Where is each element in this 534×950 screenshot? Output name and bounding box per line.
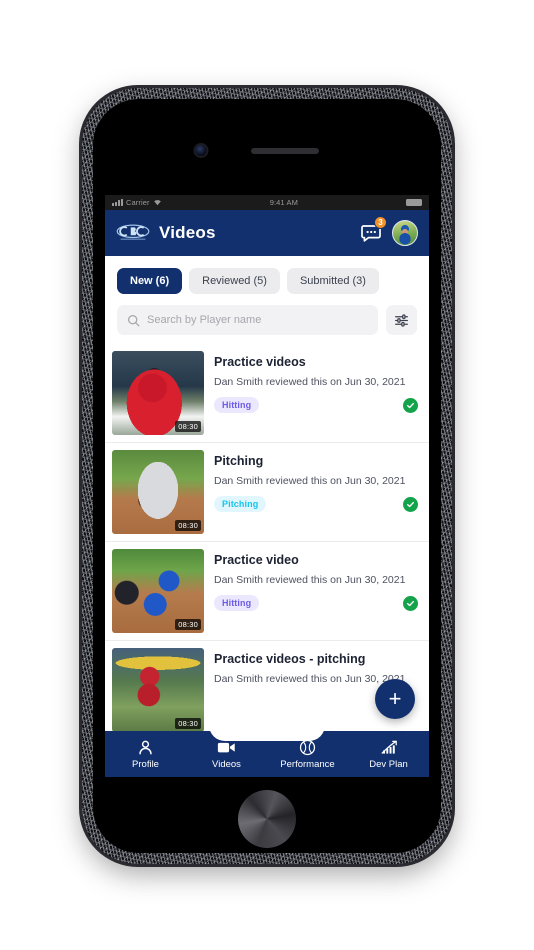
table-row[interactable]: 08:30 Practice video Dan Smith reviewed …: [105, 542, 429, 641]
messages-button[interactable]: 3: [359, 216, 387, 245]
app-screen: Carrier 9:41 AM Videos 3 New (6) Reviewe…: [105, 195, 429, 777]
video-subtitle: Dan Smith reviewed this on Jun 30, 2021: [214, 376, 406, 388]
sidebar-item-label: Dev Plan: [369, 758, 408, 770]
search-box[interactable]: [117, 305, 378, 335]
status-bar: Carrier 9:41 AM: [105, 195, 429, 210]
status-bar-time: 9:41 AM: [269, 198, 298, 207]
video-subtitle: Dan Smith reviewed this on Jun 30, 2021: [214, 574, 406, 586]
table-row[interactable]: 08:30 Practice videos Dan Smith reviewed…: [105, 344, 429, 443]
video-subtitle: Dan Smith reviewed this on Jun 30, 2021: [214, 475, 406, 487]
video-thumbnail[interactable]: 08:30: [112, 648, 204, 731]
signal-bars-icon: [112, 199, 123, 206]
cbc-logo-icon: [116, 223, 150, 243]
video-info: Pitching Dan Smith reviewed this on Jun …: [214, 450, 418, 534]
video-thumbnail[interactable]: 08:30: [112, 351, 204, 435]
video-thumbnail[interactable]: 08:30: [112, 450, 204, 534]
video-duration: 08:30: [175, 520, 201, 531]
nav-notch: [209, 721, 325, 741]
video-info: Practice video Dan Smith reviewed this o…: [214, 549, 418, 633]
video-title: Practice videos - pitching: [214, 652, 366, 666]
video-footer: Pitching: [214, 496, 418, 512]
search-row: [117, 305, 417, 335]
home-button[interactable]: [238, 790, 296, 848]
sidebar-item-label: Videos: [212, 758, 241, 770]
status-bar-left: Carrier: [112, 198, 162, 207]
add-video-button[interactable]: +: [375, 679, 415, 719]
video-footer: Hitting: [214, 397, 418, 413]
status-badge: Pitching: [214, 496, 267, 512]
status-badge: Hitting: [214, 397, 260, 413]
status-bar-right: [406, 199, 422, 206]
status-badge: Hitting: [214, 595, 260, 611]
filter-section: New (6) Reviewed (5) Submitted (3): [105, 256, 429, 344]
video-camera-icon: [217, 742, 235, 752]
page-title: Videos: [159, 223, 216, 242]
baseball-icon: [299, 739, 316, 755]
earpiece-speaker: [251, 148, 319, 154]
video-duration: 08:30: [175, 421, 201, 432]
tab-bar: New (6) Reviewed (5) Submitted (3): [117, 268, 417, 294]
tab-reviewed[interactable]: Reviewed (5): [189, 268, 280, 294]
bar-chart-icon: [380, 740, 397, 754]
phone-frame: Carrier 9:41 AM Videos 3 New (6) Reviewe…: [82, 88, 452, 864]
reviewed-check-icon: [403, 496, 418, 512]
sidebar-item-profile[interactable]: Profile: [105, 731, 186, 777]
sidebar-item-label: Performance: [280, 758, 335, 770]
video-footer: Hitting: [214, 595, 418, 611]
wifi-icon: [153, 200, 161, 206]
messages-badge: 3: [374, 216, 387, 229]
reviewed-check-icon: [403, 397, 418, 413]
sidebar-item-dev-plan[interactable]: Dev Plan: [348, 731, 429, 777]
carrier-label: Carrier: [126, 198, 150, 207]
video-list: 08:30 Practice videos Dan Smith reviewed…: [105, 344, 429, 731]
video-thumbnail[interactable]: 08:30: [112, 549, 204, 633]
tab-submitted[interactable]: Submitted (3): [286, 268, 379, 294]
video-title: Practice video: [214, 553, 299, 567]
person-icon: [139, 740, 152, 755]
filter-sliders-icon: [395, 313, 408, 327]
search-icon: [127, 314, 140, 326]
screen-body: New (6) Reviewed (5) Submitted (3) Searc…: [105, 256, 429, 731]
filter-button[interactable]: [386, 305, 417, 335]
app-header: Videos 3: [105, 210, 429, 256]
battery-icon: [406, 199, 422, 206]
video-title: Pitching: [214, 454, 264, 468]
table-row[interactable]: 08:30 Pitching Dan Smith reviewed this o…: [105, 443, 429, 542]
avatar[interactable]: [392, 220, 418, 246]
reviewed-check-icon: [403, 595, 418, 611]
phone-bezel: Carrier 9:41 AM Videos 3 New (6) Reviewe…: [93, 99, 441, 853]
screenshot-canvas: Carrier 9:41 AM Videos 3 New (6) Reviewe…: [0, 0, 534, 950]
video-info: Practice videos Dan Smith reviewed this …: [214, 351, 418, 435]
video-duration: 08:30: [175, 718, 201, 729]
front-camera-icon: [195, 145, 207, 156]
video-duration: 08:30: [175, 619, 201, 630]
sidebar-item-label: Profile: [132, 758, 159, 770]
video-title: Practice videos: [214, 355, 306, 369]
bottom-navigation: Profile Videos Performance Dev Plan: [105, 721, 429, 777]
search-input[interactable]: [147, 314, 368, 326]
tab-new[interactable]: New (6): [117, 268, 183, 294]
